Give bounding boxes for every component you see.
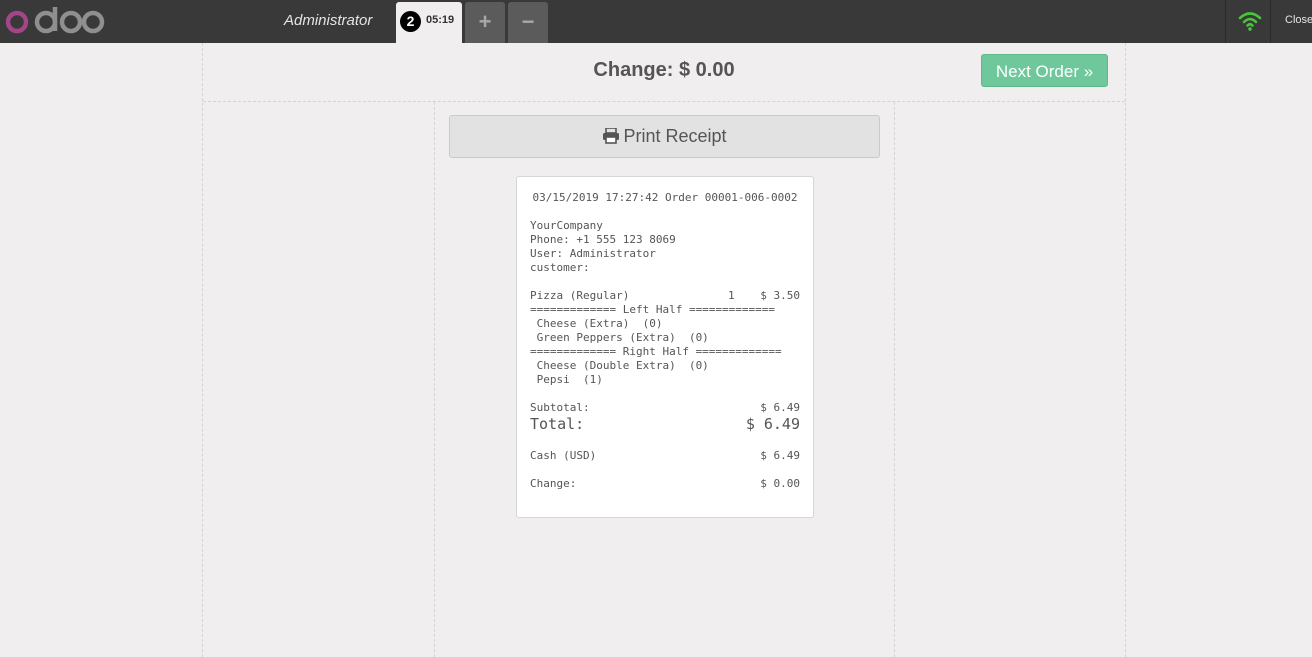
- receipt-product-price: $ 3.50: [760, 289, 800, 302]
- odoo-logo: [5, 7, 105, 34]
- receipt-line: Cheese (Extra) (0): [530, 317, 663, 330]
- order-sequence-badge: 2: [400, 11, 421, 32]
- delete-order-button[interactable]: −: [508, 2, 548, 43]
- receipt-phone: Phone: +1 555 123 8069: [530, 233, 676, 246]
- print-icon: [603, 128, 620, 144]
- receipt-column: Print Receipt 03/15/2019 17:27:42 Order …: [434, 102, 895, 657]
- receipt-screen-header: Change: $ 0.00 Next Order »: [203, 43, 1125, 102]
- print-receipt-button[interactable]: Print Receipt: [449, 115, 880, 158]
- receipt-header: 03/15/2019 17:27:42 Order 00001-006-0002: [532, 191, 798, 204]
- minus-icon: −: [521, 9, 535, 34]
- pos-topbar: Administrator 2 05:19 + − Close: [0, 0, 1312, 43]
- receipt-subtotal-label: Subtotal:: [530, 401, 590, 414]
- receipt-screen: Change: $ 0.00 Next Order » Print Receip…: [202, 43, 1126, 657]
- print-receipt-label: Print Receipt: [623, 126, 727, 146]
- receipt-total-label: Total:: [530, 415, 585, 433]
- receipt-customer: customer:: [530, 261, 590, 274]
- wifi-icon[interactable]: [1238, 10, 1262, 32]
- receipt-product-name: Pizza (Regular): [530, 289, 630, 302]
- receipt-line: Pepsi (1): [530, 373, 603, 386]
- plus-icon: +: [478, 9, 492, 34]
- receipt-line: ============= Right Half =============: [530, 345, 782, 358]
- receipt-user: User: Administrator: [530, 247, 656, 260]
- receipt-change-value: $ 0.00: [760, 477, 800, 490]
- close-button[interactable]: Close: [1285, 14, 1312, 26]
- receipt-product-qty: 1: [728, 289, 735, 302]
- receipt-change-label: Change:: [530, 477, 577, 490]
- new-order-button[interactable]: +: [465, 2, 505, 43]
- order-time: 05:19: [426, 14, 455, 26]
- next-order-button[interactable]: Next Order »: [981, 54, 1108, 87]
- receipt-line: Green Peppers (Extra) (0): [530, 331, 709, 344]
- receipt-total-value: $ 6.49: [745, 415, 800, 433]
- receipt-line: Cheese (Double Extra) (0): [530, 359, 709, 372]
- receipt-payment-value: $ 6.49: [760, 449, 800, 462]
- receipt-company: YourCompany: [530, 219, 603, 232]
- receipt-line: ============= Left Half =============: [530, 303, 776, 316]
- order-tab-selected[interactable]: 2 05:19: [396, 2, 462, 43]
- divider: [1270, 0, 1271, 43]
- cashier-name[interactable]: Administrator: [284, 12, 372, 29]
- pos-receipt: 03/15/2019 17:27:42 Order 00001-006-0002…: [516, 176, 814, 518]
- receipt-subtotal-value: $ 6.49: [760, 401, 800, 414]
- receipt-payment-label: Cash (USD): [530, 449, 597, 462]
- divider: [1225, 0, 1226, 43]
